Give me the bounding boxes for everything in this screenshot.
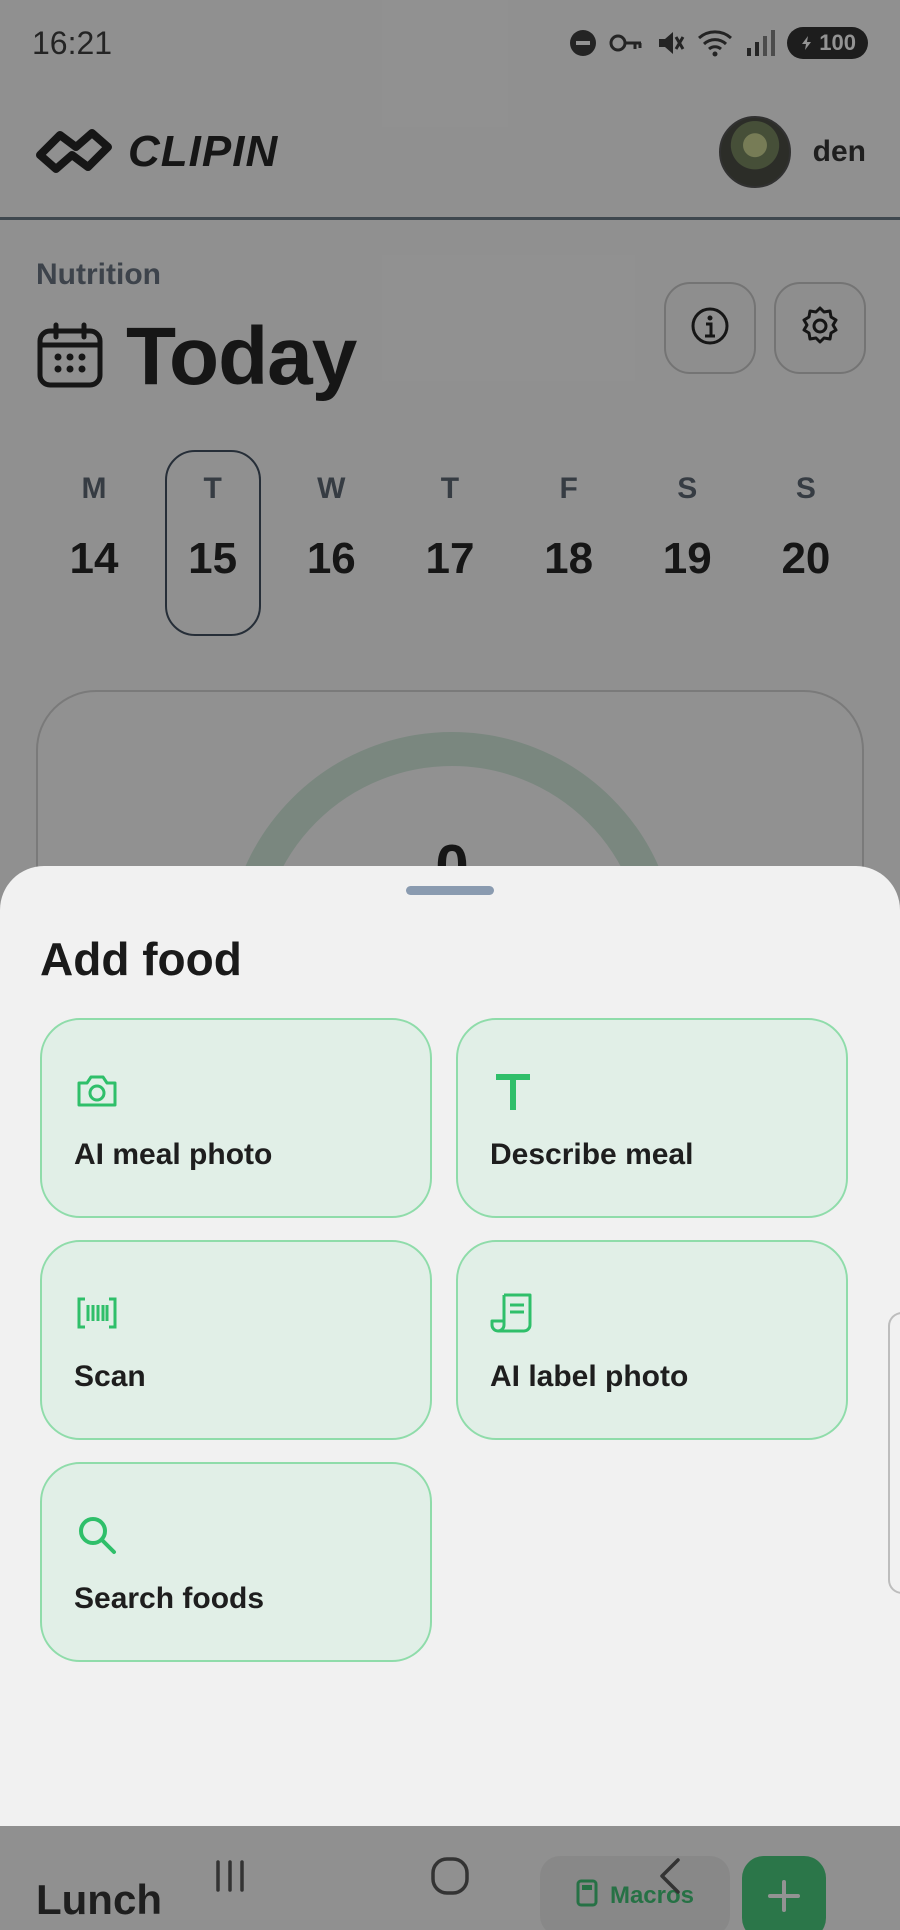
barcode-icon [74,1290,120,1336]
search-icon [74,1512,120,1558]
recent-apps-icon [210,1858,250,1899]
option-label: AI meal photo [74,1138,273,1171]
search-foods-button[interactable]: Search foods [40,1462,432,1662]
option-label: Search foods [74,1582,265,1615]
ai-label-photo-button[interactable]: AI label photo [456,1240,848,1440]
back-button[interactable] [635,1843,705,1913]
add-food-sheet: Add food AI meal photo Describe meal Sca… [0,866,900,1826]
describe-meal-button[interactable]: Describe meal [456,1018,848,1218]
sheet-title: Add food [40,933,242,985]
receipt-icon [490,1290,536,1336]
option-label: Scan [74,1360,146,1393]
scan-button[interactable]: Scan [40,1240,432,1440]
ai-meal-photo-button[interactable]: AI meal photo [40,1018,432,1218]
home-button[interactable] [415,1843,485,1913]
edge-panel-handle[interactable] [888,1312,900,1594]
text-icon [490,1068,536,1114]
recent-apps-button[interactable] [195,1843,265,1913]
sheet-drag-handle[interactable] [406,886,494,895]
home-icon [429,1855,471,1902]
option-label: AI label photo [490,1360,689,1393]
option-label: Describe meal [490,1138,694,1171]
back-icon [654,1856,686,1901]
camera-icon [74,1068,120,1114]
system-nav-bar [0,1826,900,1930]
